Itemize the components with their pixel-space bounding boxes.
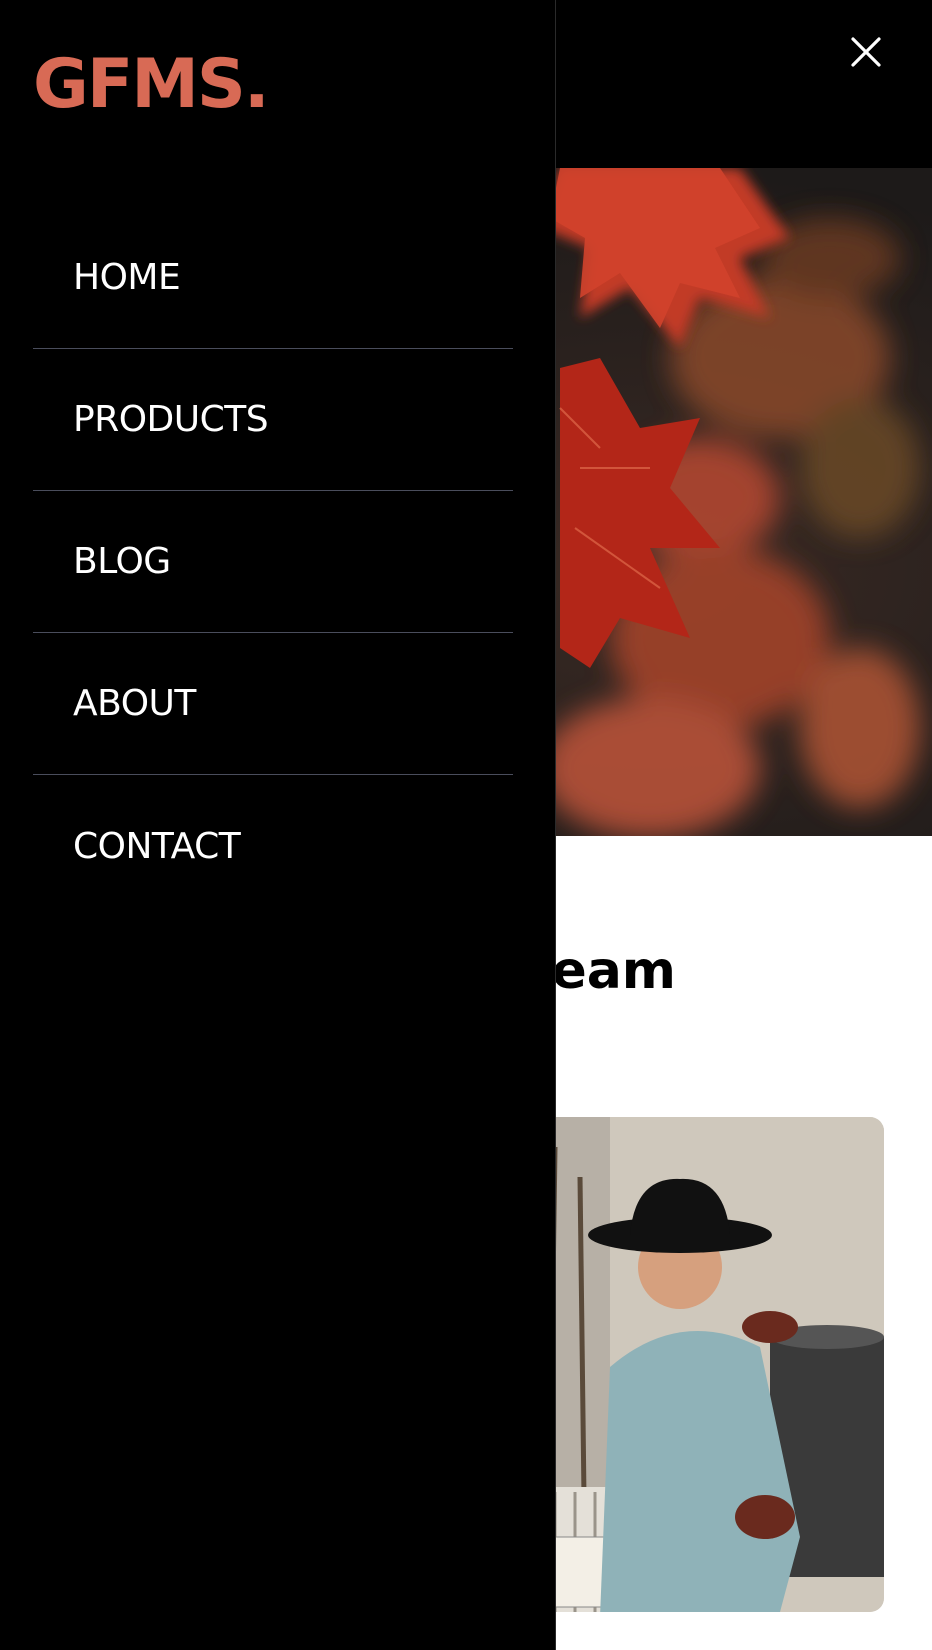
close-icon bbox=[851, 37, 881, 67]
nav-item-label: BLOG bbox=[73, 541, 171, 582]
nav-item-label: CONTACT bbox=[73, 825, 241, 867]
nav-item-products[interactable]: PRODUCTS bbox=[33, 349, 513, 491]
side-drawer-menu: GFMS. HOME PRODUCTS BLOG ABOUT CONTACT bbox=[0, 0, 556, 1650]
close-menu-button[interactable] bbox=[842, 28, 890, 76]
nav-item-label: ABOUT bbox=[73, 683, 196, 724]
drawer-nav: HOME PRODUCTS BLOG ABOUT CONTACT bbox=[33, 207, 513, 917]
nav-item-about[interactable]: ABOUT bbox=[33, 633, 513, 775]
nav-item-blog[interactable]: BLOG bbox=[33, 491, 513, 633]
nav-item-label: PRODUCTS bbox=[73, 399, 269, 440]
brand-logo[interactable]: GFMS. bbox=[33, 44, 270, 126]
nav-item-home[interactable]: HOME bbox=[33, 207, 513, 349]
nav-item-label: HOME bbox=[73, 257, 181, 298]
nav-item-contact[interactable]: CONTACT bbox=[33, 775, 513, 917]
